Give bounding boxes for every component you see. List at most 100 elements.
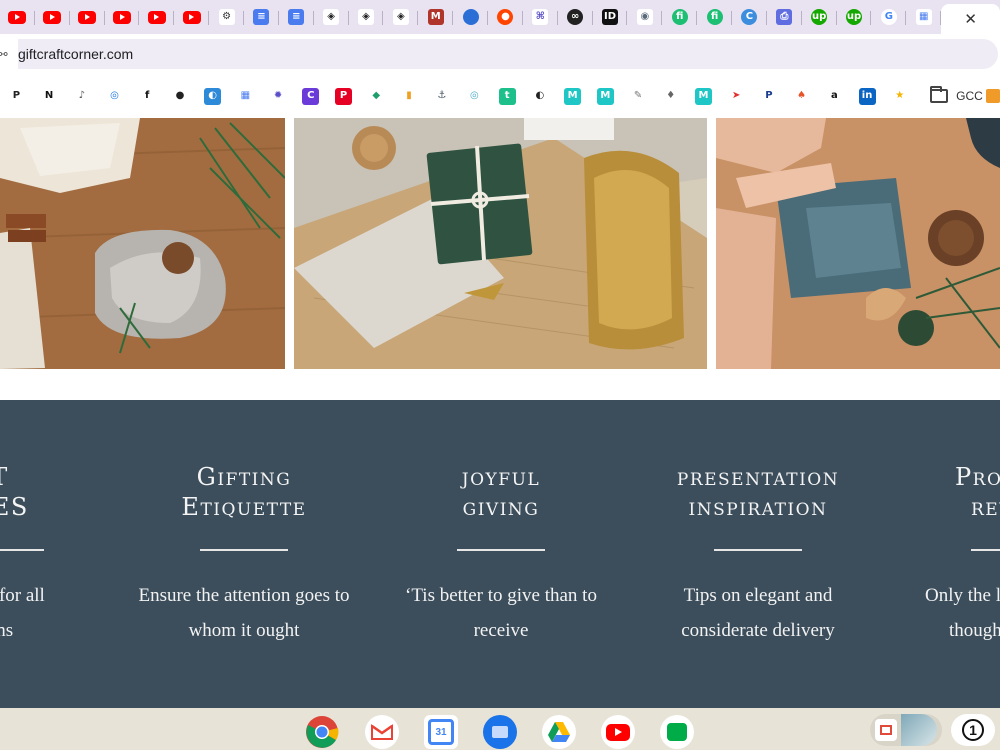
browser-tab[interactable]: ◈	[383, 4, 419, 30]
bookmark-item[interactable]: ♠	[785, 82, 818, 110]
paypal-icon: P	[760, 87, 778, 105]
diamond-icon: ◈	[323, 9, 340, 25]
bookmark-item[interactable]: ◐	[524, 82, 557, 110]
bookmark-item[interactable]: P	[327, 82, 360, 110]
browser-tab[interactable]	[174, 4, 210, 30]
t-logo-icon: t	[498, 87, 516, 105]
bookmark-item[interactable]: a	[818, 82, 851, 110]
browser-tab[interactable]: C	[732, 4, 767, 30]
bookmarks-bar: P N ♪ ◎ f ● ◐ ▦ ✹ C P ◆ ▮ ⚓ ◎ t ◐ M M ✎ ♦ M ➤ P ♠ a in ★ GCC	[0, 74, 1000, 118]
feature-title: TDES	[0, 463, 29, 521]
circle-c-icon: ◎	[106, 87, 124, 105]
site-info-icon[interactable]: ⚯	[0, 47, 10, 61]
browser-tab[interactable]: ⌘	[523, 4, 558, 30]
bookmark-item[interactable]: ★	[883, 82, 916, 110]
linkedin-icon: in	[858, 87, 876, 105]
bookmark-item[interactable]: ◐	[196, 82, 229, 110]
google-docs-icon: ≡	[253, 9, 270, 25]
fiverr-icon: fi	[671, 9, 688, 25]
bookmark-item[interactable]: ⚓	[425, 82, 458, 110]
flame-icon: ♠	[793, 87, 811, 105]
browser-tab[interactable]: ≡	[244, 4, 279, 30]
browser-tab[interactable]: G	[871, 4, 907, 30]
calendar-icon[interactable]: 31	[424, 715, 458, 749]
bookmark-item[interactable]: in	[851, 82, 884, 110]
microphone-icon: ♦	[662, 87, 680, 105]
bookmark-item[interactable]: ▦	[229, 82, 262, 110]
browser-tab[interactable]: ⎙	[767, 4, 802, 30]
browser-tab[interactable]	[70, 4, 105, 30]
fiverr-icon: fi	[706, 9, 723, 25]
browser-tab[interactable]: ◈	[314, 4, 349, 30]
bookmark-item[interactable]: ➤	[720, 82, 753, 110]
browser-tab[interactable]	[105, 4, 140, 30]
bookmark-item[interactable]: M	[556, 82, 589, 110]
bookmark-item[interactable]: P	[0, 82, 33, 110]
screen-capture-icon	[875, 719, 897, 741]
id-logo-icon: ID	[602, 9, 619, 25]
feature-description: Ensure the attention goes to whom it ough…	[138, 585, 350, 641]
bookmark-item[interactable]: ♦	[654, 82, 687, 110]
blue-dot-icon	[462, 9, 479, 25]
bookmark-item[interactable]: M	[687, 82, 720, 110]
youtube-icon	[182, 10, 201, 24]
meet-icon[interactable]	[660, 715, 694, 749]
browser-tab[interactable]: ●	[488, 4, 523, 30]
browser-tab[interactable]: ◉	[627, 4, 663, 30]
bookmark-item[interactable]: f	[131, 82, 164, 110]
bookmark-folder-gcc[interactable]: GCC	[930, 86, 1000, 103]
browser-tab[interactable]	[453, 4, 488, 30]
files-icon[interactable]	[483, 715, 517, 749]
active-tab[interactable]: ✕	[941, 4, 1000, 34]
feature-description: Tips on elegant and considerate delivery	[681, 585, 835, 641]
browser-tab[interactable]: ▦	[906, 4, 942, 30]
url-field[interactable]: giftcraftcorner.com	[18, 39, 998, 69]
bookmark-item[interactable]: ♪	[65, 82, 98, 110]
bookmark-item[interactable]: ●	[164, 82, 197, 110]
bookmark-item[interactable]: P	[753, 82, 786, 110]
chrome-icon[interactable]	[305, 715, 339, 749]
feature-title: Prorev	[955, 463, 1000, 521]
bookmark-item[interactable]: ▮	[393, 82, 426, 110]
bookmark-item[interactable]: N	[33, 82, 66, 110]
browser-tab[interactable]: ◈	[349, 4, 384, 30]
bookmark-item[interactable]: ✎	[622, 82, 655, 110]
photo-furoshiki-gifts	[0, 118, 285, 369]
drive-icon[interactable]	[542, 715, 576, 749]
canva-icon: C	[302, 87, 320, 105]
browser-tab[interactable]: fi	[662, 4, 698, 30]
youtube-icon[interactable]	[601, 715, 635, 749]
browser-tab[interactable]: up	[802, 4, 837, 30]
browser-tab[interactable]: ⚙	[209, 4, 244, 30]
bookmark-item[interactable]: t	[491, 82, 524, 110]
bookmark-item[interactable]: ◎	[458, 82, 491, 110]
bookmark-item[interactable]: M	[589, 82, 622, 110]
bookmark-item[interactable]: ✹	[262, 82, 295, 110]
browser-tab[interactable]: M	[418, 4, 454, 30]
browser-tab[interactable]: ∞	[558, 4, 593, 30]
bookmark-item[interactable]: ◎	[98, 82, 131, 110]
youtube-icon	[147, 10, 166, 24]
grid-logo-icon: ⌘	[532, 9, 549, 25]
browser-tab[interactable]	[35, 4, 70, 30]
notification-tray[interactable]: 1	[951, 714, 995, 746]
bookmark-item[interactable]: ◆	[360, 82, 393, 110]
browser-tab[interactable]	[0, 4, 35, 30]
calendar-date: 31	[428, 719, 454, 745]
gmail-icon[interactable]	[365, 715, 399, 749]
browser-tab[interactable]	[139, 4, 175, 30]
youtube-icon	[78, 10, 97, 24]
status-tray[interactable]	[870, 714, 942, 746]
red-swoosh-icon: ➤	[727, 87, 745, 105]
bookmark-item[interactable]: C	[294, 82, 327, 110]
browser-tab[interactable]: up	[837, 4, 872, 30]
browser-tab[interactable]: ID	[593, 4, 628, 30]
feature-title: presentation inspiration	[676, 463, 840, 521]
browser-tab[interactable]: fi	[697, 4, 732, 30]
diamond-icon: ◈	[392, 9, 409, 25]
browser-tab[interactable]: ≡	[279, 4, 314, 30]
swirl-icon: ◐	[204, 87, 222, 105]
m-logo-icon: M	[427, 9, 444, 25]
close-icon[interactable]: ✕	[964, 10, 977, 28]
feature-description: ‘Tis better to give than to receive	[405, 585, 597, 641]
